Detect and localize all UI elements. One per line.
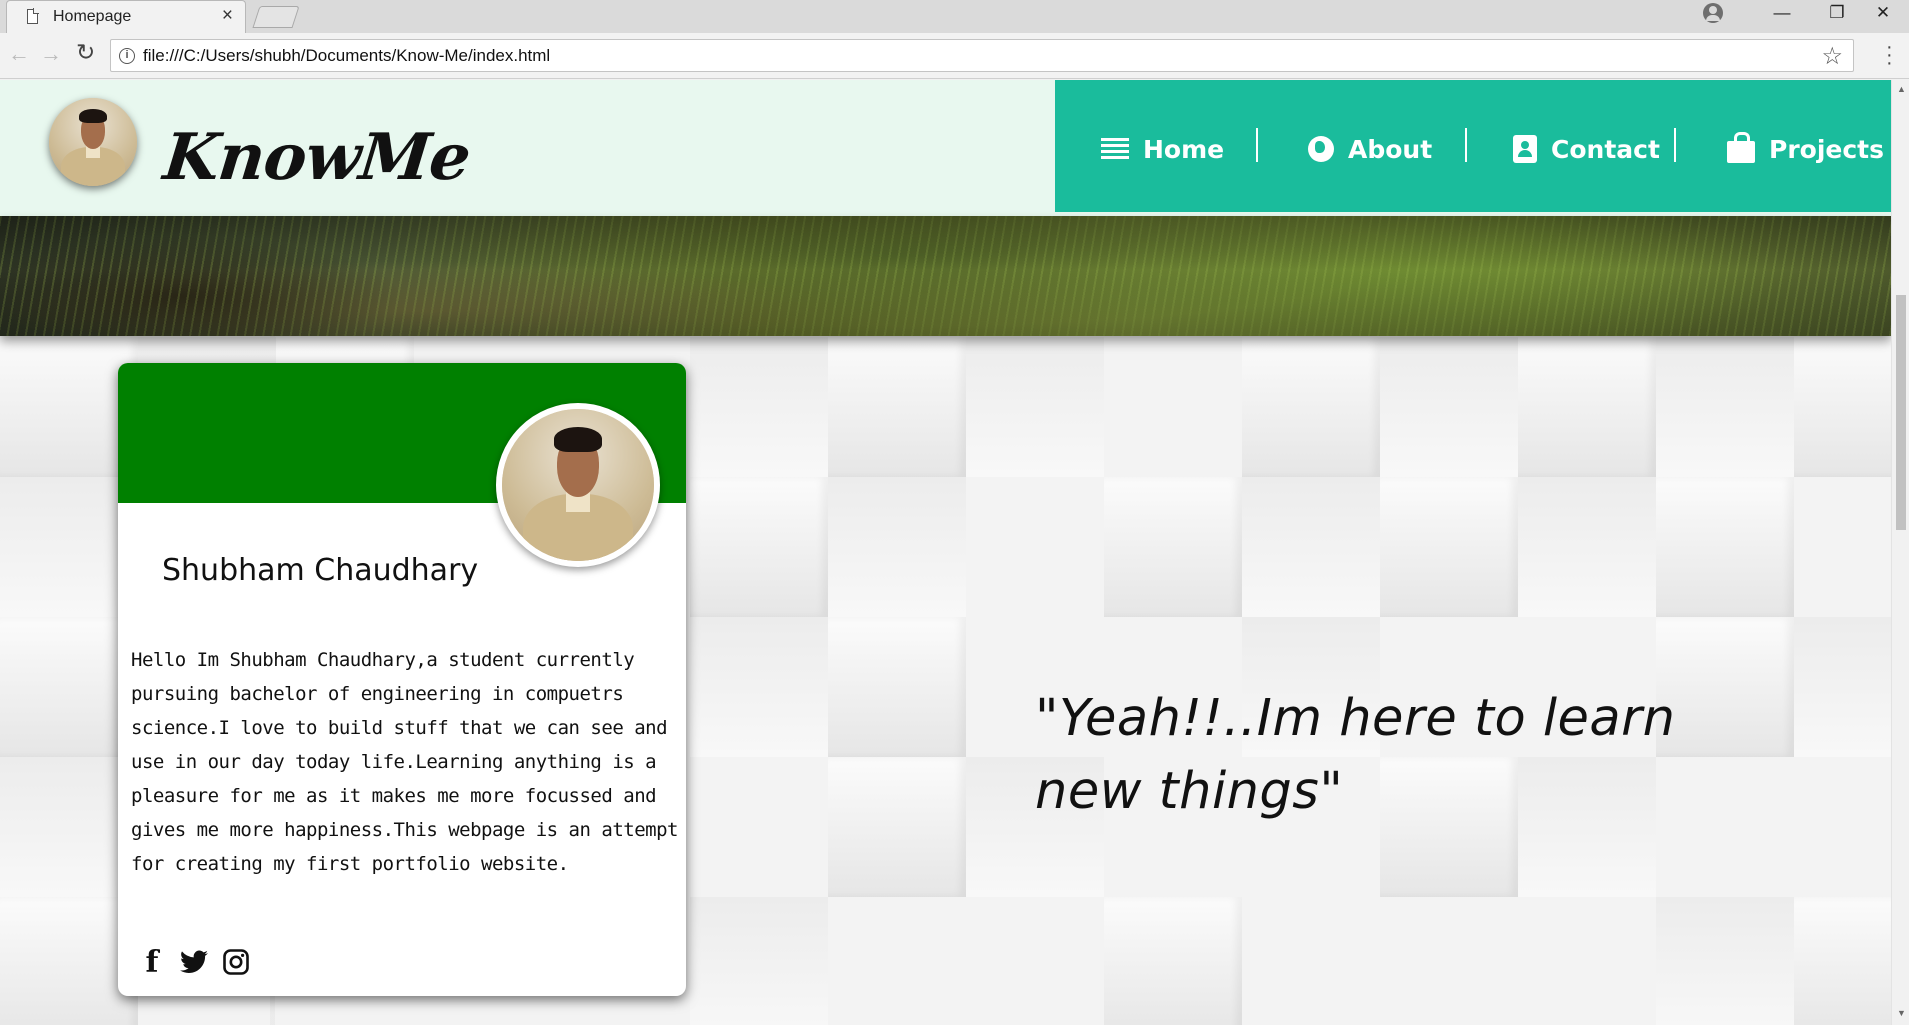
nav-about[interactable]: About bbox=[1308, 129, 1432, 169]
facebook-icon[interactable]: f bbox=[138, 945, 166, 980]
nav-about-label: About bbox=[1348, 134, 1433, 164]
nav-divider bbox=[1256, 128, 1258, 162]
profile-avatar bbox=[496, 403, 660, 567]
hero-quote: "Yeah!!..Im here to learn new things" bbox=[1035, 689, 1676, 821]
address-url: file:///C:/Users/shubh/Documents/Know-Me… bbox=[143, 46, 551, 65]
browser-tab-bar: Homepage × — ❐ ✕ bbox=[0, 0, 1909, 33]
page-viewport: KnowMe Home About Contact Projects Shubh… bbox=[0, 80, 1891, 1025]
tab-close-button[interactable]: × bbox=[222, 5, 233, 27]
browser-toolbar: ← → ↻ i file:///C:/Users/shubh/Documents… bbox=[0, 33, 1909, 79]
social-links: f bbox=[138, 945, 250, 980]
logo-avatar[interactable] bbox=[49, 98, 137, 186]
nav-contact-label: Contact bbox=[1551, 134, 1660, 164]
page-scrollbar[interactable]: ▲ ▼ bbox=[1891, 80, 1909, 1025]
profile-icon[interactable] bbox=[1703, 3, 1723, 23]
nav-divider bbox=[1465, 128, 1467, 162]
bookmark-star-icon[interactable]: ☆ bbox=[1821, 42, 1843, 71]
hero-banner-image bbox=[0, 216, 1891, 336]
nav-home-label: Home bbox=[1143, 134, 1225, 164]
site-info-icon[interactable]: i bbox=[119, 48, 135, 64]
nav-projects-label: Projects bbox=[1769, 134, 1885, 164]
nav-contact[interactable]: Contact bbox=[1513, 129, 1660, 169]
back-button[interactable]: ← bbox=[8, 41, 30, 67]
new-tab-button[interactable] bbox=[252, 6, 300, 28]
instagram-icon[interactable] bbox=[222, 948, 250, 976]
restore-button[interactable]: ❐ bbox=[1810, 0, 1864, 28]
profile-name: Shubham Chaudhary bbox=[162, 553, 479, 588]
reload-icon[interactable]: ↻ bbox=[76, 39, 95, 66]
browser-menu-icon[interactable]: · · · bbox=[1886, 37, 1893, 73]
forward-button[interactable]: → bbox=[40, 41, 62, 67]
nav-projects[interactable]: Projects bbox=[1727, 129, 1884, 169]
contact-card-icon bbox=[1513, 135, 1537, 163]
close-window-button[interactable]: ✕ bbox=[1860, 0, 1906, 28]
address-bar[interactable]: i file:///C:/Users/shubh/Documents/Know-… bbox=[110, 39, 1854, 72]
nav-divider bbox=[1674, 128, 1676, 162]
minimize-button[interactable]: — bbox=[1755, 0, 1809, 28]
profile-card: Shubham Chaudhary Hello Im Shubham Chaud… bbox=[118, 363, 686, 996]
shopping-bag-icon bbox=[1727, 132, 1755, 163]
profile-bio: Hello Im Shubham Chaudhary,a student cur… bbox=[131, 649, 678, 875]
page-document-icon bbox=[27, 8, 39, 24]
menu-bars-icon bbox=[1101, 138, 1129, 160]
site-header: KnowMe Home About Contact Projects bbox=[0, 80, 1891, 216]
site-logo-text[interactable]: KnowMe bbox=[160, 120, 473, 195]
nav-home[interactable]: Home bbox=[1101, 129, 1224, 169]
scroll-up-icon[interactable]: ▲ bbox=[1897, 84, 1906, 94]
browser-tab-homepage[interactable]: Homepage × bbox=[6, 0, 246, 33]
scroll-down-icon[interactable]: ▼ bbox=[1897, 1008, 1906, 1018]
globe-icon bbox=[1308, 136, 1334, 162]
scrollbar-thumb[interactable] bbox=[1896, 295, 1906, 530]
main-navigation: Home About Contact Projects bbox=[1055, 80, 1891, 212]
tab-title: Homepage bbox=[53, 8, 132, 25]
twitter-icon[interactable] bbox=[180, 948, 208, 976]
